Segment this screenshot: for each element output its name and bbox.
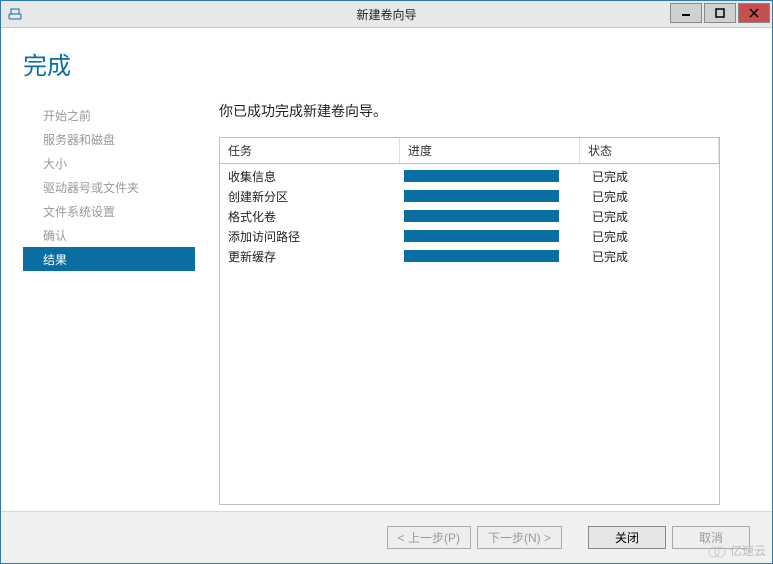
sidebar-item-size[interactable]: 大小 bbox=[23, 151, 195, 175]
cell-status: 已完成 bbox=[584, 208, 711, 225]
sidebar-item-before-begin[interactable]: 开始之前 bbox=[23, 103, 195, 127]
next-button: 下一步(N) > bbox=[477, 526, 562, 549]
completion-message: 你已成功完成新建卷向导。 bbox=[219, 101, 720, 121]
window-controls bbox=[670, 1, 772, 27]
cell-progress bbox=[404, 210, 584, 222]
cell-status: 已完成 bbox=[584, 168, 711, 185]
grid-header: 任务 进度 状态 bbox=[220, 138, 719, 164]
cell-status: 已完成 bbox=[584, 248, 711, 265]
maximize-button[interactable] bbox=[704, 3, 736, 23]
grid-body: 收集信息 已完成 创建新分区 已完成 格式化卷 已完成 bbox=[220, 164, 719, 268]
table-row: 添加访问路径 已完成 bbox=[220, 226, 719, 246]
content-area: 完成 开始之前 服务器和磁盘 大小 驱动器号或文件夹 文件系统设置 确认 结果 … bbox=[1, 28, 772, 511]
progress-bar bbox=[404, 250, 559, 262]
cell-status: 已完成 bbox=[584, 188, 711, 205]
cell-task: 创建新分区 bbox=[228, 188, 404, 205]
titlebar: 新建卷向导 bbox=[1, 1, 772, 28]
close-button[interactable] bbox=[738, 3, 770, 23]
cell-progress bbox=[404, 190, 584, 202]
progress-bar bbox=[404, 230, 559, 242]
wizard-window: 新建卷向导 完成 开始之前 服务器和磁盘 大小 驱动器号或文件夹 文件系统设置 … bbox=[0, 0, 773, 564]
page-title: 完成 bbox=[23, 46, 750, 81]
cell-task: 格式化卷 bbox=[228, 208, 404, 225]
results-grid: 任务 进度 状态 收集信息 已完成 创建新分区 已完成 bbox=[219, 137, 720, 505]
cancel-button: 取消 bbox=[672, 526, 750, 549]
cell-progress bbox=[404, 230, 584, 242]
app-icon bbox=[7, 6, 23, 22]
cell-task: 更新缓存 bbox=[228, 248, 404, 265]
sidebar-item-drive-letter[interactable]: 驱动器号或文件夹 bbox=[23, 175, 195, 199]
footer: < 上一步(P) 下一步(N) > 关闭 取消 bbox=[1, 511, 772, 563]
body: 开始之前 服务器和磁盘 大小 驱动器号或文件夹 文件系统设置 确认 结果 你已成… bbox=[23, 101, 750, 511]
sidebar: 开始之前 服务器和磁盘 大小 驱动器号或文件夹 文件系统设置 确认 结果 bbox=[23, 101, 195, 511]
col-header-progress[interactable]: 进度 bbox=[400, 138, 580, 163]
cell-progress bbox=[404, 170, 584, 182]
cell-status: 已完成 bbox=[584, 228, 711, 245]
sidebar-item-server-disk[interactable]: 服务器和磁盘 bbox=[23, 127, 195, 151]
main-panel: 你已成功完成新建卷向导。 任务 进度 状态 收集信息 已完成 bbox=[195, 101, 750, 511]
sidebar-item-filesystem[interactable]: 文件系统设置 bbox=[23, 199, 195, 223]
table-row: 格式化卷 已完成 bbox=[220, 206, 719, 226]
col-header-task[interactable]: 任务 bbox=[220, 138, 400, 163]
prev-button: < 上一步(P) bbox=[387, 526, 471, 549]
table-row: 创建新分区 已完成 bbox=[220, 186, 719, 206]
sidebar-item-results[interactable]: 结果 bbox=[23, 247, 195, 271]
minimize-button[interactable] bbox=[670, 3, 702, 23]
progress-bar bbox=[404, 210, 559, 222]
cell-progress bbox=[404, 250, 584, 262]
table-row: 更新缓存 已完成 bbox=[220, 246, 719, 266]
progress-bar bbox=[404, 190, 559, 202]
table-row: 收集信息 已完成 bbox=[220, 166, 719, 186]
cell-task: 收集信息 bbox=[228, 168, 404, 185]
close-wizard-button[interactable]: 关闭 bbox=[588, 526, 666, 549]
sidebar-item-confirm[interactable]: 确认 bbox=[23, 223, 195, 247]
progress-bar bbox=[404, 170, 559, 182]
window-title: 新建卷向导 bbox=[356, 6, 416, 23]
col-header-status[interactable]: 状态 bbox=[580, 138, 719, 163]
cell-task: 添加访问路径 bbox=[228, 228, 404, 245]
